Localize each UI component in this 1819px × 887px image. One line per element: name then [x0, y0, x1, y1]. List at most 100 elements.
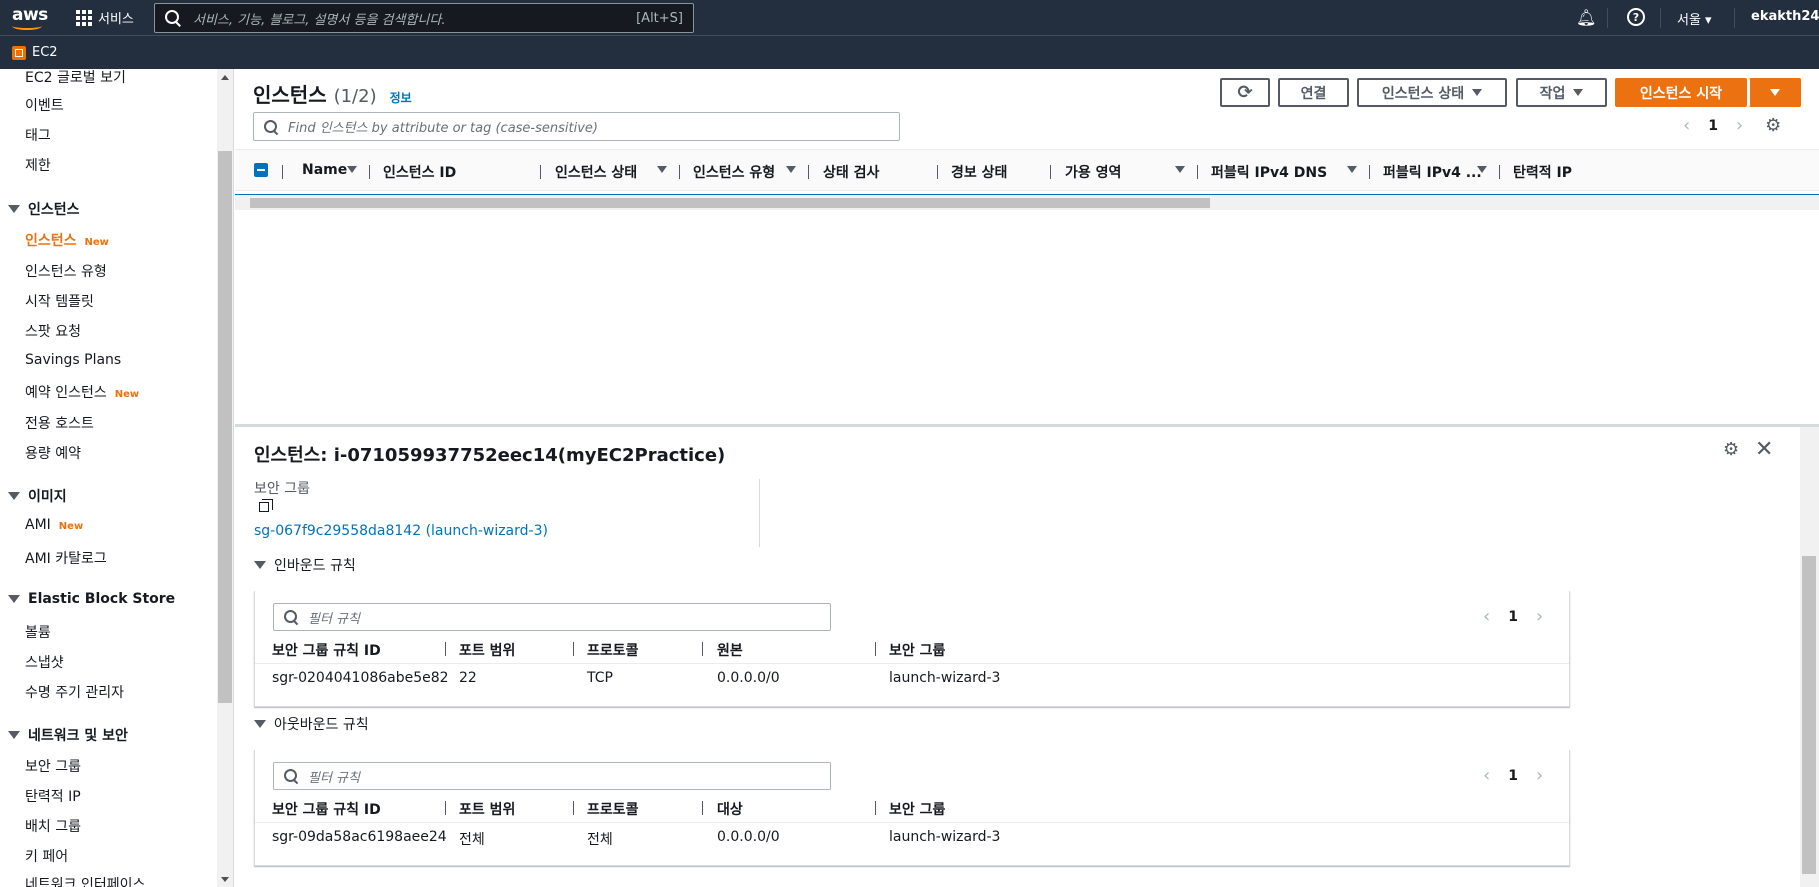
- scroll-down-icon[interactable]: [221, 877, 229, 882]
- chevron-left-icon[interactable]: ‹: [1683, 115, 1690, 136]
- column-protocol[interactable]: 프로토콜: [587, 640, 639, 660]
- sidebar-item-volumes[interactable]: 볼륨: [25, 622, 51, 642]
- sidebar-item-elastic-ip[interactable]: 탄력적 IP: [25, 786, 81, 806]
- sidebar-item-security-groups[interactable]: 보안 그룹: [25, 756, 81, 776]
- column-rule-id[interactable]: 보안 그룹 규칙 ID: [272, 799, 381, 819]
- connect-button[interactable]: 연결: [1278, 78, 1349, 107]
- outbound-rules-toggle[interactable]: 아웃바운드 규칙: [254, 714, 369, 734]
- column-instance-type[interactable]: 인스턴스 유형: [693, 162, 775, 182]
- chevron-left-icon[interactable]: ‹: [1483, 606, 1490, 627]
- security-group-link[interactable]: sg-067f9c29558da8142 (launch-wizard-3): [254, 523, 548, 539]
- sidebar-section-ebs[interactable]: Elastic Block Store: [8, 591, 175, 607]
- sidebar-item-label: 예약 인스턴스: [25, 385, 107, 401]
- services-menu[interactable]: 서비스: [76, 8, 134, 27]
- sidebar-item-snapshots[interactable]: 스냅샷: [25, 652, 64, 672]
- column-security-group[interactable]: 보안 그룹: [889, 640, 945, 660]
- gear-icon[interactable]: ⚙: [1765, 115, 1781, 136]
- sidebar-item-capacity-reservations[interactable]: 용량 예약: [25, 443, 81, 463]
- column-destination[interactable]: 대상: [717, 799, 743, 819]
- button-label: 인스턴스 상태: [1381, 85, 1465, 102]
- launch-dropdown-button[interactable]: [1749, 78, 1801, 107]
- sidebar-item-savings-plans[interactable]: Savings Plans: [25, 352, 121, 368]
- rule-id-cell: sgr-09da58ac6198aee24: [272, 829, 447, 845]
- title-text: 인스턴스: [253, 83, 327, 107]
- help-icon[interactable]: ?: [1627, 8, 1645, 26]
- sidebar-item-instances[interactable]: 인스턴스 New: [25, 230, 109, 250]
- column-name[interactable]: Name: [302, 162, 347, 178]
- sidebar-item-placement-groups[interactable]: 배치 그룹: [25, 816, 81, 836]
- grid-icon: [76, 9, 92, 26]
- outbound-filter-input[interactable]: 필터 규칙: [273, 762, 831, 790]
- sidebar-item-launch-templates[interactable]: 시작 템플릿: [25, 291, 94, 311]
- column-port-range[interactable]: 포트 범위: [459, 640, 515, 660]
- sidebar-item-reserved-instances[interactable]: 예약 인스턴스 New: [25, 382, 139, 402]
- caret-down-icon: [8, 595, 20, 603]
- account-menu[interactable]: ekakth2458: [1751, 9, 1819, 24]
- chevron-right-icon[interactable]: ›: [1536, 765, 1543, 786]
- refresh-button[interactable]: ⟳: [1220, 78, 1270, 107]
- sidebar-item-network-interfaces[interactable]: 네트워크 인터페이스: [25, 874, 145, 887]
- copy-icon[interactable]: [259, 499, 273, 512]
- launch-instances-button[interactable]: 인스턴스 시작: [1615, 78, 1747, 107]
- caret-down-icon: [8, 731, 20, 739]
- selection-count: (1/2): [333, 86, 377, 107]
- global-search-input[interactable]: 서비스, 기능, 블로그, 설명서 등을 검색합니다. [Alt+S]: [154, 3, 694, 33]
- sidebar-item-instance-types[interactable]: 인스턴스 유형: [25, 261, 107, 281]
- inbound-rules-table: 필터 규칙 ‹ 1 › 보안 그룹 규칙 ID 포트 범위 프로토콜 원본 보안…: [254, 591, 1570, 707]
- ec2-service-link[interactable]: EC2: [12, 45, 58, 60]
- table-horizontal-scrollbar[interactable]: [235, 194, 1819, 210]
- chevron-right-icon[interactable]: ›: [1536, 606, 1543, 627]
- search-icon: [165, 10, 181, 26]
- page-number[interactable]: 1: [1508, 768, 1518, 784]
- sidebar-section-instances[interactable]: 인스턴스: [8, 199, 80, 219]
- column-port-range[interactable]: 포트 범위: [459, 799, 515, 819]
- sidebar-scroll-thumb[interactable]: [218, 151, 232, 703]
- bell-icon[interactable]: 🔔︎: [1576, 8, 1596, 27]
- column-instance-state[interactable]: 인스턴스 상태: [555, 162, 637, 182]
- scroll-up-icon[interactable]: [221, 75, 229, 80]
- column-public-dns[interactable]: 퍼블릭 IPv4 DNS: [1211, 162, 1327, 182]
- chevron-right-icon[interactable]: ›: [1736, 115, 1743, 136]
- sidebar-item-tags[interactable]: 태그: [25, 125, 51, 145]
- sidebar-item-limits[interactable]: 제한: [25, 155, 51, 175]
- page-number[interactable]: 1: [1508, 609, 1518, 625]
- chevron-left-icon[interactable]: ‹: [1483, 765, 1490, 786]
- inbound-filter-input[interactable]: 필터 규칙: [273, 603, 831, 631]
- instance-state-button[interactable]: 인스턴스 상태: [1357, 78, 1507, 107]
- page-number[interactable]: 1: [1708, 118, 1718, 134]
- instance-search-input[interactable]: Find 인스턴스 by attribute or tag (case-sens…: [253, 112, 900, 141]
- sidebar-item-ami[interactable]: AMI New: [25, 517, 83, 533]
- info-link[interactable]: 정보: [390, 91, 412, 105]
- sidebar-item-key-pairs[interactable]: 키 페어: [25, 846, 68, 866]
- sidebar-item-global-view[interactable]: EC2 글로벌 보기: [25, 69, 126, 87]
- sidebar-section-network-security[interactable]: 네트워크 및 보안: [8, 725, 128, 745]
- gear-icon[interactable]: ⚙: [1723, 439, 1739, 460]
- actions-button[interactable]: 작업: [1516, 78, 1607, 107]
- details-scroll-thumb[interactable]: [1802, 556, 1816, 874]
- column-alarm-status[interactable]: 경보 상태: [951, 162, 1007, 182]
- column-status-check[interactable]: 상태 검사: [823, 162, 879, 182]
- aws-logo[interactable]: aws: [12, 5, 48, 30]
- table-row[interactable]: sgr-09da58ac6198aee24 전체 전체 0.0.0.0/0 la…: [255, 826, 1569, 852]
- column-public-ip[interactable]: 퍼블릭 IPv4 ...: [1383, 162, 1482, 182]
- select-all-checkbox[interactable]: [254, 163, 268, 177]
- inbound-rules-toggle[interactable]: 인바운드 규칙: [254, 555, 356, 575]
- column-security-group[interactable]: 보안 그룹: [889, 799, 945, 819]
- sidebar-item-ami-catalog[interactable]: AMI 카탈로그: [25, 548, 107, 568]
- sidebar-section-images[interactable]: 이미지: [8, 486, 67, 506]
- sidebar-item-lifecycle-manager[interactable]: 수명 주기 관리자: [25, 682, 124, 702]
- column-rule-id[interactable]: 보안 그룹 규칙 ID: [272, 640, 381, 660]
- sidebar-item-dedicated-hosts[interactable]: 전용 호스트: [25, 413, 94, 433]
- sidebar-item-spot-requests[interactable]: 스팟 요청: [25, 321, 81, 341]
- column-availability-zone[interactable]: 가용 영역: [1065, 162, 1121, 182]
- sidebar-item-events[interactable]: 이벤트: [25, 95, 64, 115]
- region-selector[interactable]: 서울 ▾: [1677, 9, 1712, 28]
- table-row[interactable]: sgr-0204041086abe5e82 22 TCP 0.0.0.0/0 l…: [255, 667, 1569, 693]
- column-elastic-ip[interactable]: 탄력적 IP: [1513, 162, 1572, 182]
- button-label: 작업: [1539, 85, 1566, 102]
- column-source[interactable]: 원본: [717, 640, 743, 660]
- column-protocol[interactable]: 프로토콜: [587, 799, 639, 819]
- close-icon[interactable]: ✕: [1755, 437, 1773, 462]
- scroll-thumb[interactable]: [250, 198, 1210, 208]
- column-instance-id[interactable]: 인스턴스 ID: [383, 162, 456, 182]
